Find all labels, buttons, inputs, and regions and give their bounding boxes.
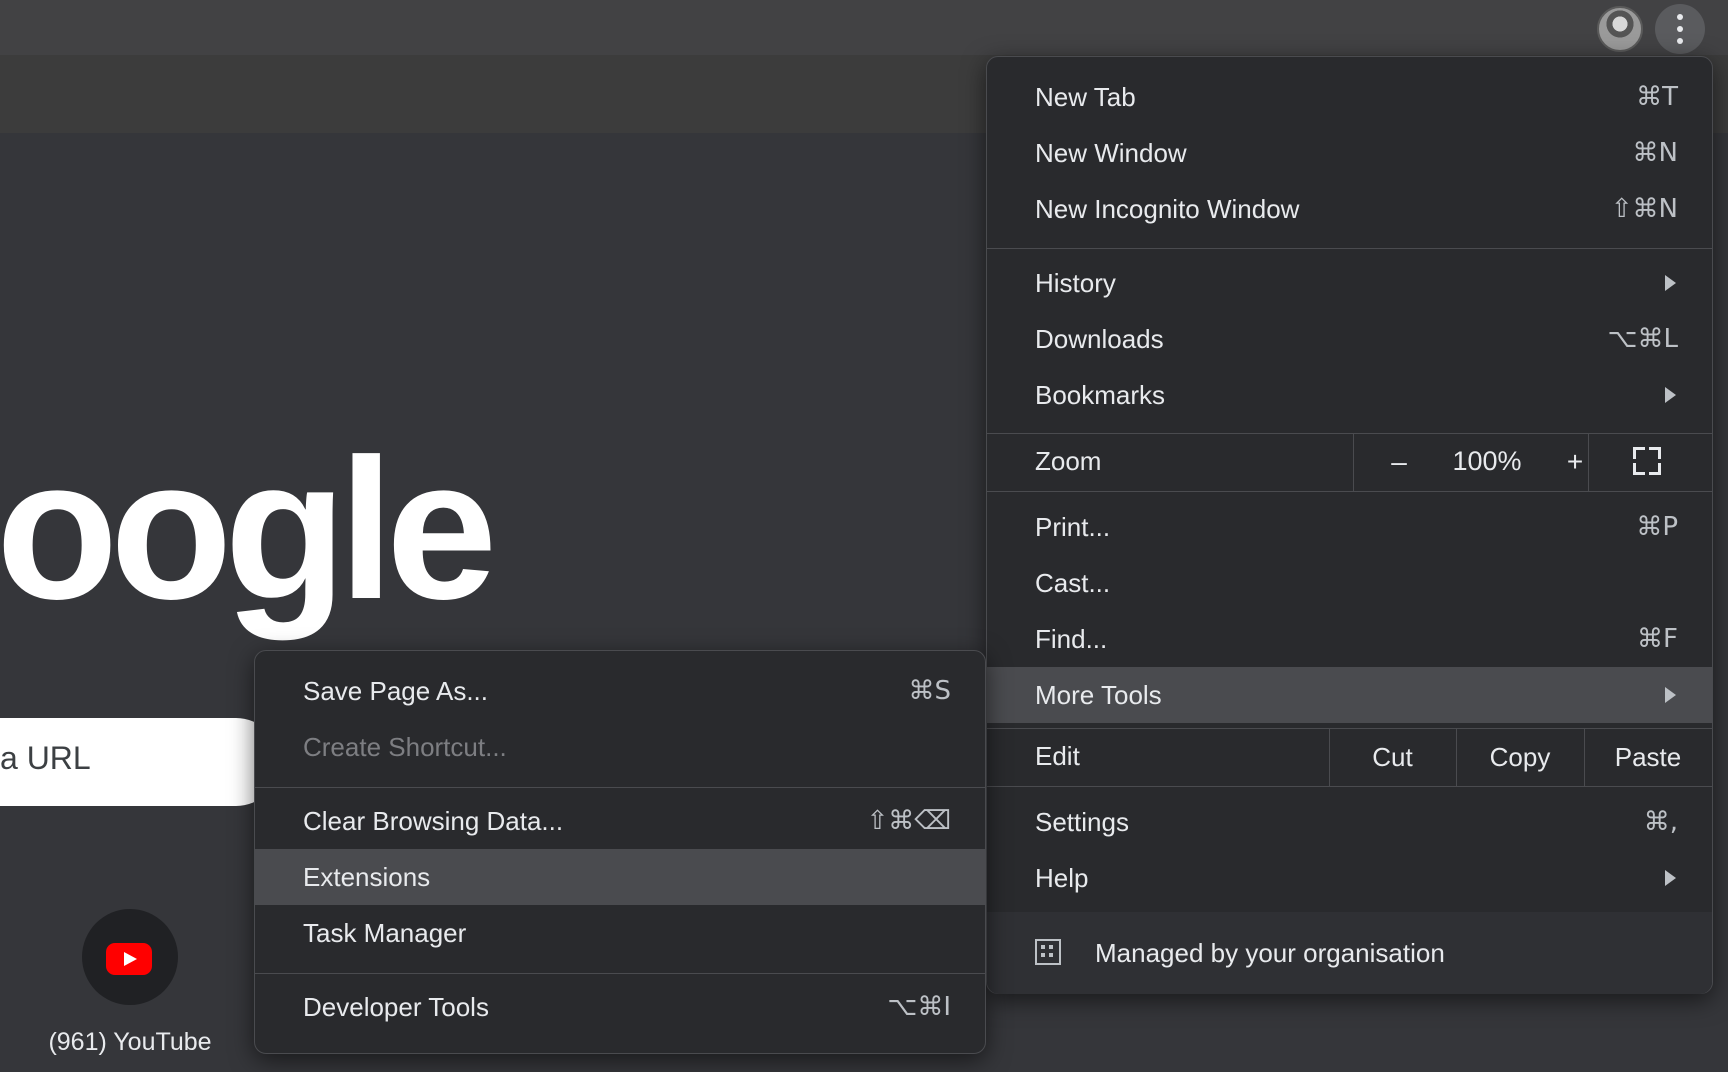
shortcut-hint: ⌥⌘L [1607,324,1678,354]
managed-label: Managed by your organisation [1095,938,1445,968]
building-icon [1035,939,1061,965]
menu-separator [987,248,1712,249]
submenu-arrow-icon [1665,275,1676,291]
menu-item-clear-browsing-data[interactable]: Clear Browsing Data... ⇧⌘⌫ [255,793,985,849]
submenu-arrow-icon [1665,687,1676,703]
menu-item-label: Developer Tools [303,992,489,1022]
menu-item-label: Extensions [303,862,431,892]
menu-item-label: Downloads [1035,324,1164,354]
menu-item-label: Save Page As... [303,676,489,706]
three-dot-menu-icon[interactable] [1655,4,1705,54]
shortcut-hint: ⌘N [1632,138,1678,168]
shortcut-hint: ⇧⌘N [1610,194,1678,224]
shortcut-hint: ⌘P [1636,512,1678,542]
edit-row: Edit Cut Copy Paste [987,728,1712,786]
menu-separator [987,491,1712,492]
menu-item-save-page-as[interactable]: Save Page As... ⌘S [255,663,985,719]
menu-item-bookmarks[interactable]: Bookmarks [987,367,1712,423]
edit-label: Edit [1035,741,1080,771]
submenu-arrow-icon [1665,870,1676,886]
shortcut-hint: ⌘F [1637,624,1678,654]
menu-item-label: History [1035,268,1116,298]
menu-item-label: Find... [1035,624,1108,654]
submenu-arrow-icon [1665,387,1676,403]
menu-item-label: New Tab [1035,82,1136,112]
menu-item-downloads[interactable]: Downloads ⌥⌘L [987,311,1712,367]
paste-button[interactable]: Paste [1584,728,1712,786]
menu-item-print[interactable]: Print... ⌘P [987,499,1712,555]
managed-by-organisation[interactable]: Managed by your organisation [987,912,1712,994]
menu-item-new-incognito-window[interactable]: New Incognito Window ⇧⌘N [987,181,1712,237]
menu-item-developer-tools[interactable]: Developer Tools ⌥⌘I [255,979,985,1035]
shortcut-hint: ⌥⌘I [887,992,951,1022]
search-box-placeholder: a URL [0,740,91,776]
menu-separator [987,786,1712,787]
zoom-in-button[interactable]: + [1547,446,1603,478]
shortcut-tile-youtube[interactable] [82,909,178,1005]
menu-separator [255,787,985,788]
menu-item-settings[interactable]: Settings ⌘, [987,794,1712,850]
menu-item-history[interactable]: History [987,255,1712,311]
cut-button[interactable]: Cut [1329,728,1456,786]
more-tools-submenu: Save Page As... ⌘S Create Shortcut... Cl… [254,650,986,1054]
zoom-label: Zoom [1035,446,1102,476]
search-box[interactable]: a URL [0,718,280,806]
zoom-out-button[interactable]: – [1371,446,1427,478]
copy-button[interactable]: Copy [1456,728,1584,786]
menu-item-label: Print... [1035,512,1111,542]
chrome-main-menu: New Tab ⌘T New Window ⌘N New Incognito W… [986,56,1713,994]
fullscreen-icon[interactable] [1633,447,1661,475]
tab-strip [0,0,1728,55]
menu-item-cast[interactable]: Cast... [987,555,1712,611]
shortcut-hint: ⌘S [908,676,951,706]
shortcut-hint: ⌘T [1636,82,1678,112]
divider [1353,433,1354,491]
menu-item-new-tab[interactable]: New Tab ⌘T [987,69,1712,125]
zoom-row: Zoom – 100% + [987,433,1712,491]
menu-item-label: Settings [1035,807,1129,837]
menu-item-label: Create Shortcut... [303,732,507,762]
shortcut-hint: ⌘, [1643,807,1678,837]
menu-item-task-manager[interactable]: Task Manager [255,905,985,961]
menu-item-label: New Incognito Window [1035,194,1300,224]
shortcut-hint: ⇧⌘⌫ [866,806,951,836]
menu-item-find[interactable]: Find... ⌘F [987,611,1712,667]
menu-item-label: Task Manager [303,918,467,948]
menu-item-new-window[interactable]: New Window ⌘N [987,125,1712,181]
menu-item-label: Clear Browsing Data... [303,806,564,836]
menu-item-label: More Tools [1035,680,1162,710]
youtube-icon [106,943,152,975]
menu-item-create-shortcut: Create Shortcut... [255,719,985,775]
shortcut-label-youtube[interactable]: (961) YouTube [0,1028,260,1057]
menu-item-label: New Window [1035,138,1187,168]
divider [1588,433,1589,491]
menu-separator [255,973,985,974]
menu-item-more-tools[interactable]: More Tools [987,667,1712,723]
zoom-level: 100% [1452,446,1522,476]
google-logo: oogle [0,418,497,641]
menu-item-extensions[interactable]: Extensions [255,849,985,905]
menu-item-label: Cast... [1035,568,1111,598]
profile-avatar[interactable] [1597,6,1643,52]
menu-item-label: Help [1035,863,1089,893]
menu-item-label: Bookmarks [1035,380,1166,410]
menu-item-help[interactable]: Help [987,850,1712,906]
